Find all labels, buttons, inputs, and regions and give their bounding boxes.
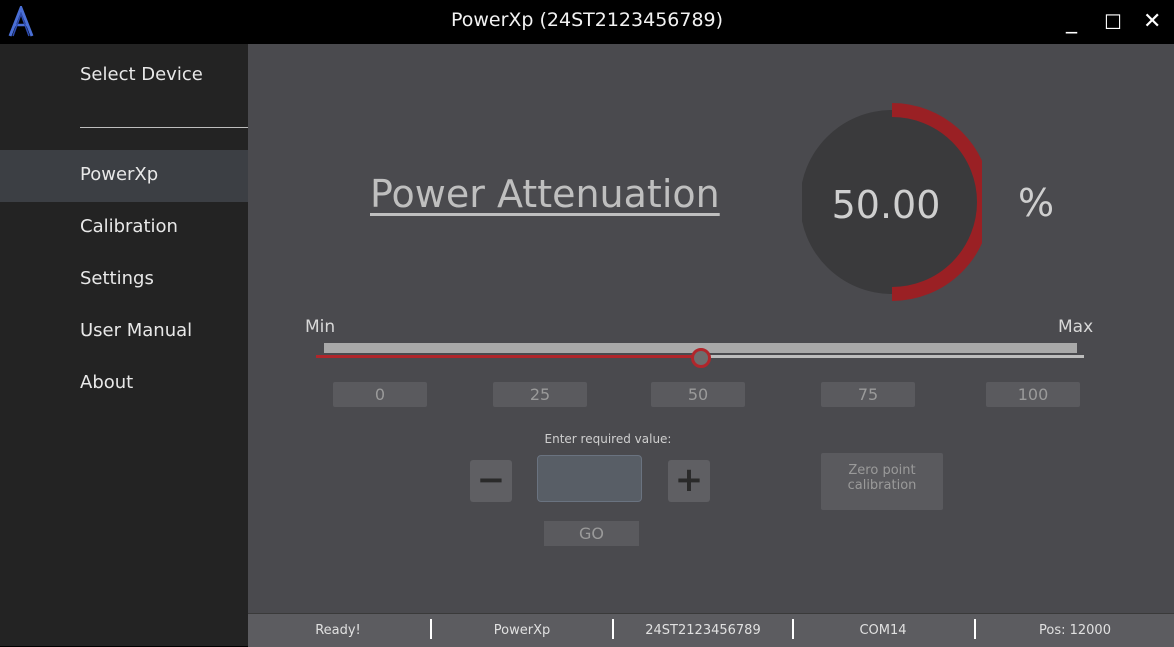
window-title: PowerXp (24ST2123456789)	[450, 9, 724, 31]
sidebar-item-label: Calibration	[80, 216, 178, 237]
increment-button[interactable]: +	[668, 460, 710, 502]
slider-min-label: Min	[305, 317, 336, 337]
gauge-value: 50.00	[831, 183, 941, 227]
sidebar-item-label: User Manual	[80, 320, 193, 341]
sidebar-item-about[interactable]: About	[0, 358, 248, 410]
preset-button-0[interactable]: 0	[333, 382, 427, 407]
sidebar-item-settings[interactable]: Settings	[0, 254, 248, 306]
go-button[interactable]: GO	[544, 521, 639, 546]
preset-button-50[interactable]: 50	[651, 382, 745, 407]
sidebar-item-label: Settings	[80, 268, 154, 289]
value-input[interactable]	[537, 455, 642, 502]
sidebar: Select Device PowerXp Calibration Settin…	[0, 44, 248, 646]
title-bar: PowerXp (24ST2123456789) _ ☐ ✕	[0, 0, 1174, 44]
sidebar-item-powerxp[interactable]: PowerXp	[0, 150, 248, 202]
status-device: PowerXp	[493, 623, 551, 638]
slider-thumb[interactable]	[691, 348, 711, 368]
status-position: Pos: 12000	[1039, 623, 1111, 638]
zero-point-line1: Zero point	[848, 463, 916, 478]
status-port: COM14	[859, 623, 907, 638]
sidebar-divider	[80, 127, 248, 128]
zero-point-line2: calibration	[847, 478, 917, 493]
sidebar-item-calibration[interactable]: Calibration	[0, 202, 248, 254]
page-title: Power Attenuation	[370, 172, 720, 216]
decrement-button[interactable]: −	[470, 460, 512, 502]
zero-point-calibration-button[interactable]: Zero point calibration	[821, 453, 943, 510]
status-state: Ready!	[315, 623, 361, 638]
main-panel: Power Attenuation 50.00 % Min Max 0 25 5…	[248, 44, 1174, 613]
status-bar: Ready! PowerXp 24ST2123456789 COM14 Pos:…	[248, 613, 1174, 647]
maximize-button[interactable]: ☐	[1104, 8, 1122, 36]
enter-value-label: Enter required value:	[544, 432, 672, 446]
status-serial: 24ST2123456789	[645, 623, 761, 638]
preset-button-25[interactable]: 25	[493, 382, 587, 407]
select-device-link[interactable]: Select Device	[80, 64, 203, 85]
slider-max-label: Max	[1058, 317, 1094, 337]
sidebar-item-label: PowerXp	[80, 164, 159, 185]
sidebar-item-user-manual[interactable]: User Manual	[0, 306, 248, 358]
close-button[interactable]: ✕	[1143, 8, 1161, 36]
preset-button-75[interactable]: 75	[821, 382, 915, 407]
sidebar-item-label: About	[80, 372, 134, 393]
slider-fill	[316, 355, 700, 358]
unit-label: %	[1018, 181, 1055, 225]
preset-button-100[interactable]: 100	[986, 382, 1080, 407]
minimize-button[interactable]: _	[1066, 8, 1077, 36]
